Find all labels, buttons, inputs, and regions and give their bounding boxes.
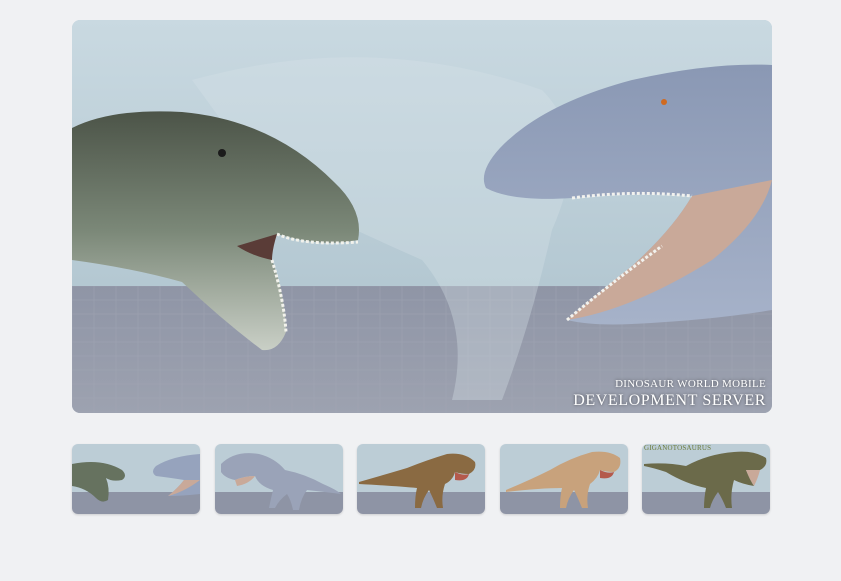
thumbnail-strip: GIGANOTOSAURUS xyxy=(72,444,772,514)
thumbnail-5[interactable]: GIGANOTOSAURUS xyxy=(642,444,770,514)
thumbnail-4-illustration xyxy=(500,444,628,514)
thumbnail-1[interactable] xyxy=(72,444,200,514)
thumbnail-3[interactable] xyxy=(357,444,485,514)
main-preview-image[interactable]: DINOSAUR WORLD MOBILE DEVELOPMENT SERVER xyxy=(72,20,772,413)
caption-subtitle: DEVELOPMENT SERVER xyxy=(573,392,766,409)
image-gallery: DINOSAUR WORLD MOBILE DEVELOPMENT SERVER xyxy=(0,0,841,581)
caption-title: DINOSAUR WORLD MOBILE xyxy=(615,378,766,390)
main-image-caption: DINOSAUR WORLD MOBILE DEVELOPMENT SERVER xyxy=(573,378,766,410)
thumbnail-1-illustration xyxy=(72,444,200,514)
thumbnail-2[interactable] xyxy=(215,444,343,514)
thumbnail-4[interactable] xyxy=(500,444,628,514)
main-scene-illustration xyxy=(72,20,772,413)
thumbnail-5-caption: GIGANOTOSAURUS xyxy=(644,444,712,452)
thumbnail-2-illustration xyxy=(215,444,343,514)
thumbnail-5-illustration xyxy=(642,444,770,514)
thumbnail-3-illustration xyxy=(357,444,485,514)
